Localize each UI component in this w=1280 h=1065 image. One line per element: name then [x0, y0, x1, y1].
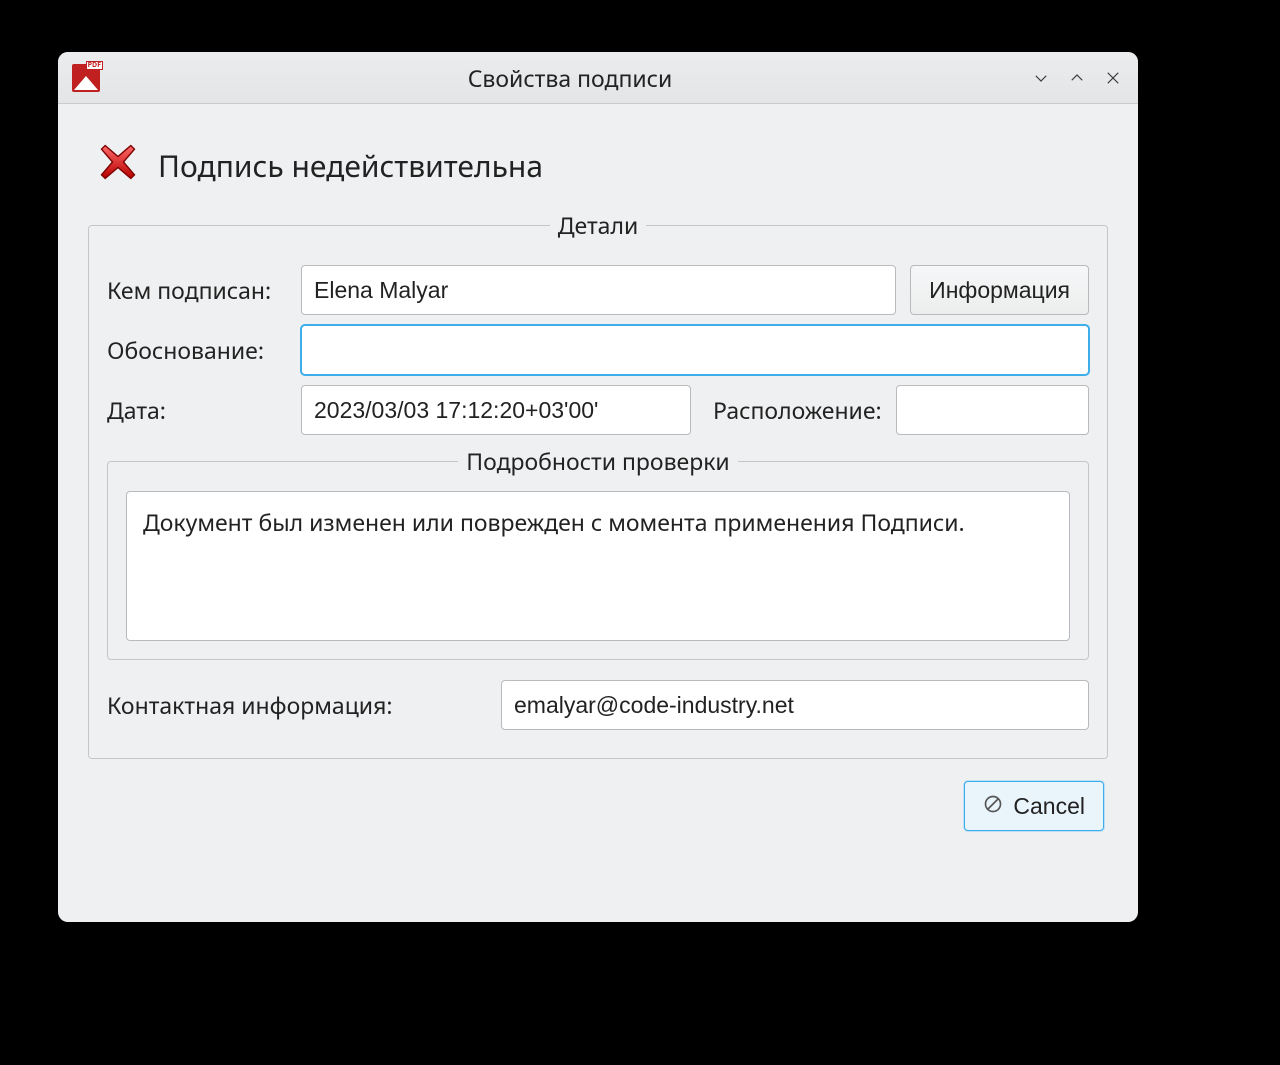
cancel-button-label: Cancel: [1013, 793, 1085, 820]
window-title: Свойства подписи: [110, 62, 1030, 94]
contact-row: Контактная информация:: [107, 680, 1089, 730]
dialog-content: Подпись недействительна Детали Кем подпи…: [58, 104, 1138, 922]
app-icon-glyph: [74, 76, 98, 90]
dialog-window: PDF Свойства подписи: [58, 52, 1138, 922]
date-location-row: Дата: Расположение:: [107, 385, 1089, 435]
signature-status: Подпись недействительна: [88, 126, 1108, 209]
date-field[interactable]: [301, 385, 691, 435]
verification-message: Документ был изменен или поврежден с мом…: [126, 491, 1070, 641]
chevron-down-icon: [1032, 69, 1050, 87]
details-group: Детали Кем подписан: Информация Обоснова…: [88, 209, 1108, 759]
signature-status-text: Подпись недействительна: [158, 145, 543, 186]
titlebar: PDF Свойства подписи: [58, 52, 1138, 104]
app-icon: PDF: [72, 64, 100, 92]
reason-row: Обоснование:: [107, 325, 1089, 375]
signed-by-row: Кем подписан: Информация: [107, 265, 1089, 315]
chevron-up-icon: [1068, 69, 1086, 87]
signed-by-label: Кем подписан:: [107, 274, 287, 306]
titlebar-buttons: [1030, 67, 1124, 89]
location-field[interactable]: [896, 385, 1089, 435]
close-icon: [1104, 69, 1122, 87]
minimize-button[interactable]: [1030, 67, 1052, 89]
contact-field[interactable]: [501, 680, 1089, 730]
cancel-button[interactable]: Cancel: [964, 781, 1104, 831]
signed-by-field[interactable]: [301, 265, 896, 315]
close-button[interactable]: [1102, 67, 1124, 89]
reason-field[interactable]: [301, 325, 1089, 375]
date-label: Дата:: [107, 394, 287, 426]
contact-label: Контактная информация:: [107, 689, 487, 721]
invalid-icon: [96, 140, 140, 191]
reason-label: Обоснование:: [107, 334, 287, 366]
dialog-actions: Cancel: [88, 759, 1108, 831]
app-icon-badge: PDF: [86, 61, 103, 70]
verification-legend: Подробности проверки: [458, 445, 737, 477]
location-label: Расположение:: [713, 394, 882, 426]
cancel-icon: [983, 793, 1003, 820]
details-legend: Детали: [550, 209, 646, 241]
info-button[interactable]: Информация: [910, 265, 1089, 315]
verification-group: Подробности проверки Документ был измене…: [107, 445, 1089, 660]
maximize-button[interactable]: [1066, 67, 1088, 89]
